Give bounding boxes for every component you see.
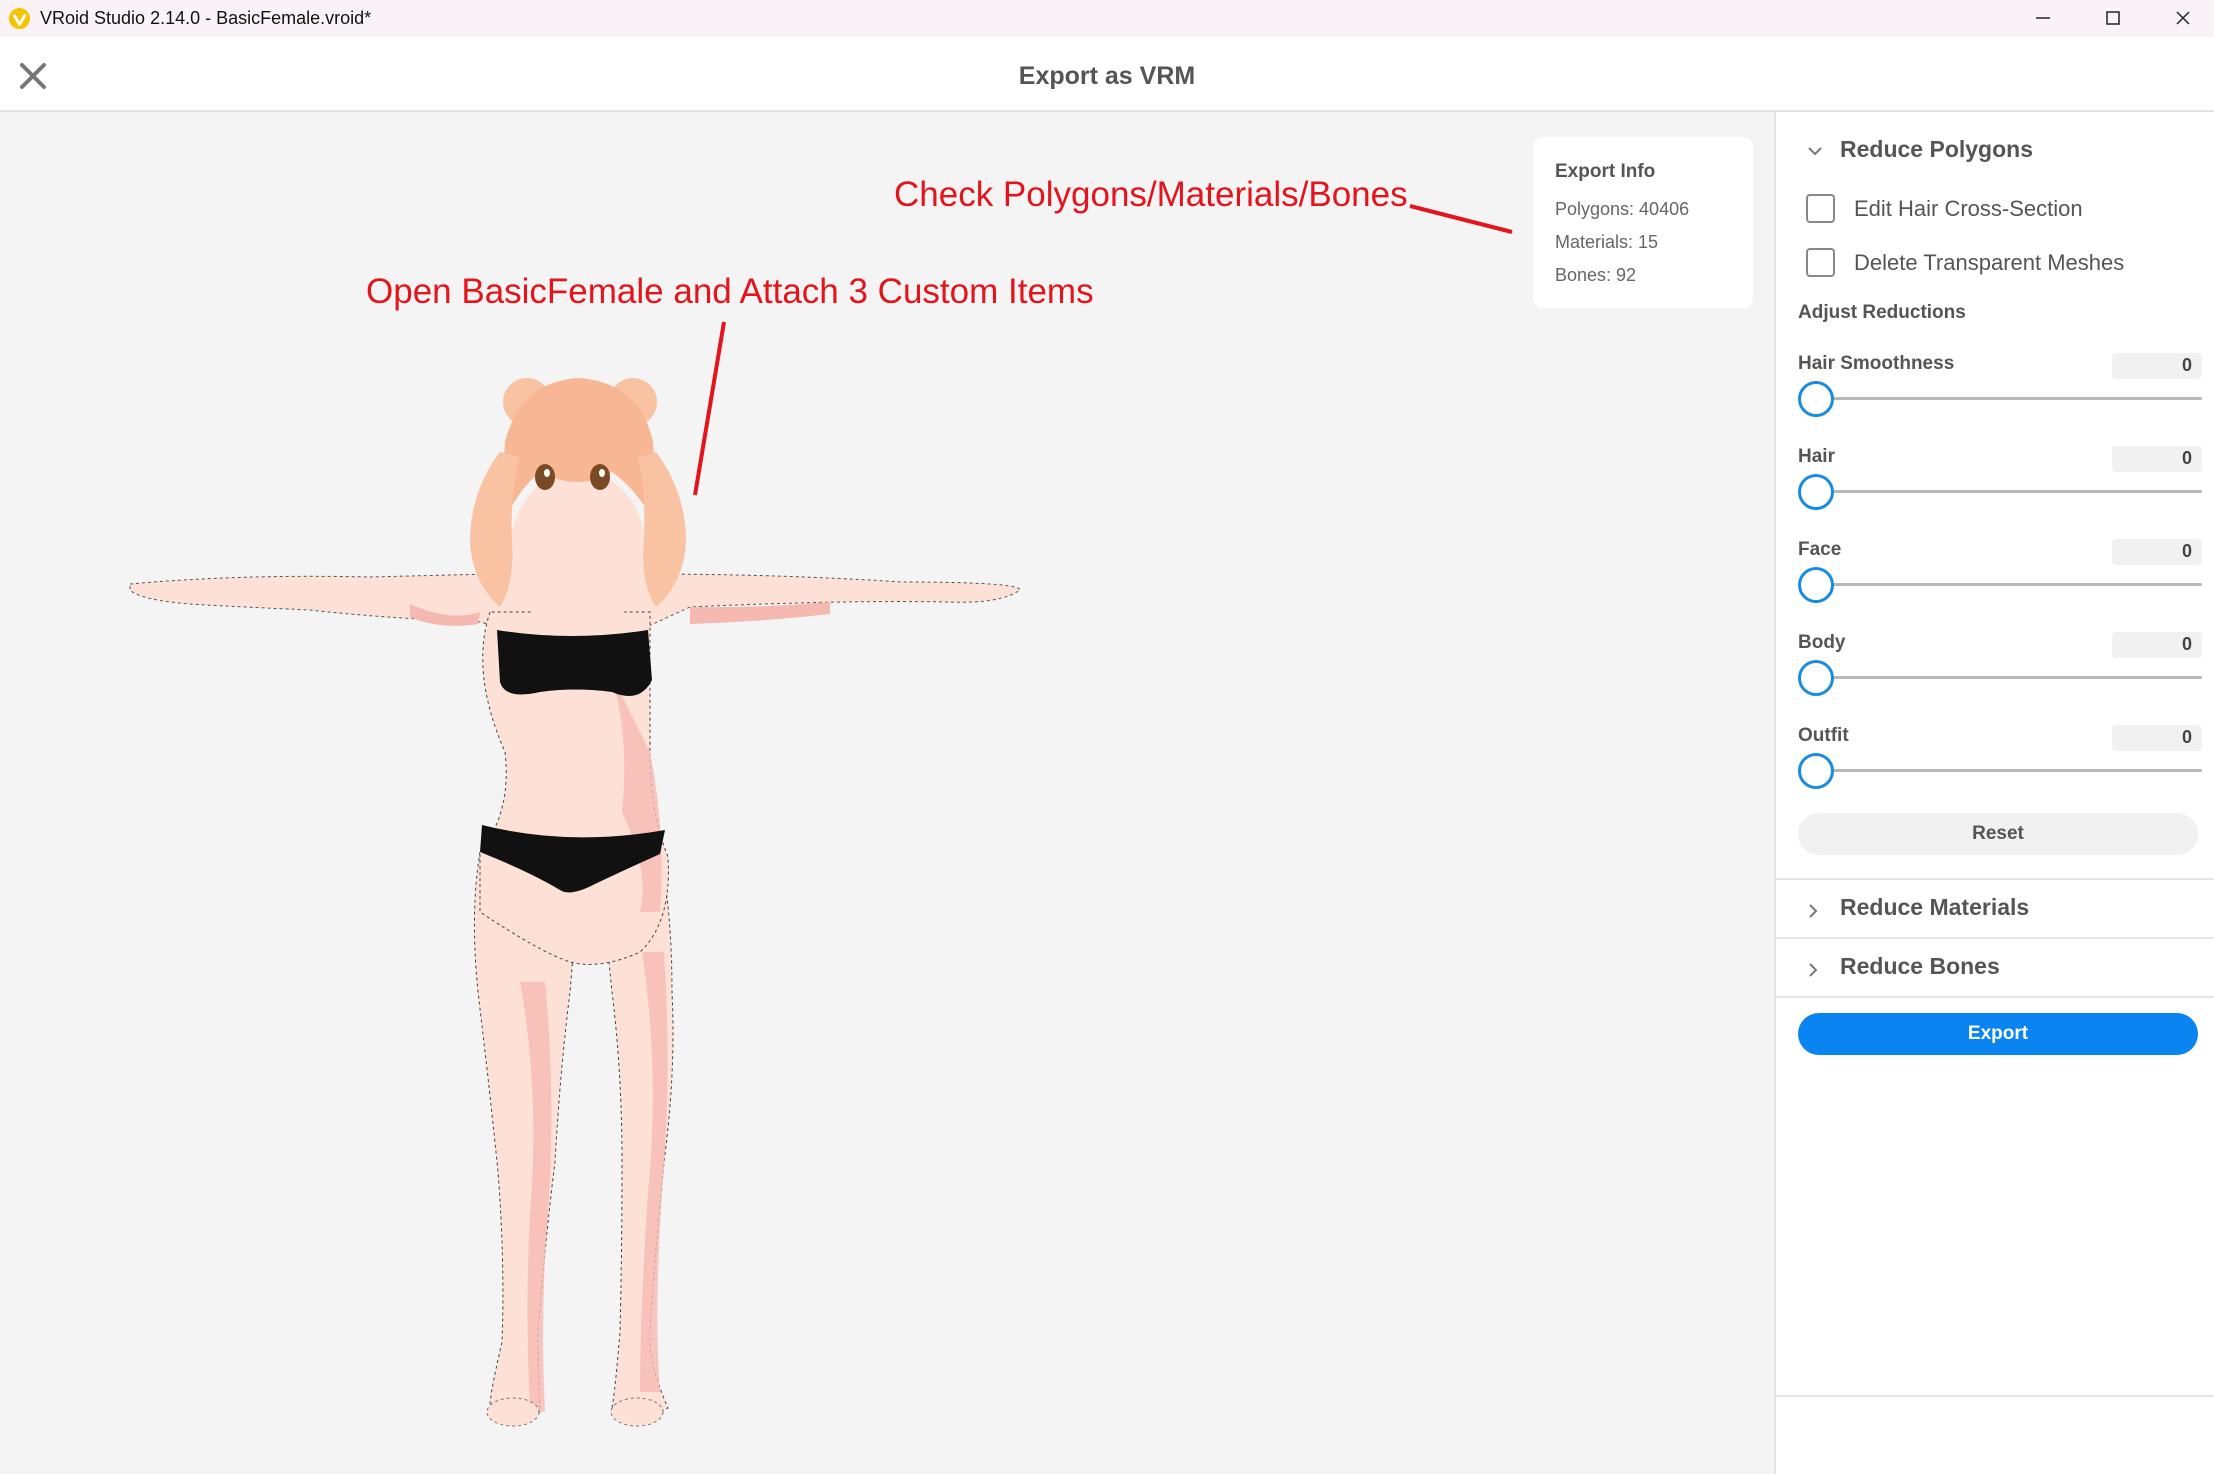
slider-track[interactable] <box>1813 676 2202 679</box>
adjust-reductions-label: Adjust Reductions <box>1798 302 1966 323</box>
annotation-open-model: Open BasicFemale and Attach 3 Custom Ite… <box>366 272 1094 311</box>
divider <box>1776 996 2214 998</box>
minimize-icon <box>2036 17 2050 19</box>
chevron-right-icon <box>1809 904 1818 918</box>
maximize-icon <box>2106 11 2120 25</box>
annotation-check-info: Check Polygons/Materials/Bones <box>894 175 1408 214</box>
slider-label: Face <box>1798 539 1842 560</box>
slider-thumb[interactable] <box>1798 567 1834 603</box>
chevron-down-icon <box>1808 147 1822 156</box>
slider-thumb[interactable] <box>1798 474 1834 510</box>
section-label: Reduce Bones <box>1840 953 2000 979</box>
slider-label: Hair Smoothness <box>1798 353 1955 374</box>
slider-value[interactable]: 0 <box>2112 539 2202 565</box>
export-button[interactable]: Export <box>1798 1013 2198 1055</box>
slider-value[interactable]: 0 <box>2112 725 2202 751</box>
slider-track[interactable] <box>1813 583 2202 586</box>
slider-track[interactable] <box>1813 769 2202 772</box>
minimize-button[interactable] <box>2008 0 2078 37</box>
outfit-slider[interactable]: Outfit 0 <box>1798 725 2202 805</box>
slider-value[interactable]: 0 <box>2112 446 2202 472</box>
bones-count: Bones: 92 <box>1555 265 1637 285</box>
export-info-title: Export Info <box>1555 161 1656 182</box>
reset-button[interactable]: Reset <box>1798 813 2198 855</box>
slider-track[interactable] <box>1813 490 2202 493</box>
slider-thumb[interactable] <box>1798 381 1834 417</box>
page-title: Export as VRM <box>1018 62 1196 90</box>
checkbox[interactable] <box>1806 194 1835 223</box>
model-viewport[interactable]: Open BasicFemale and Attach 3 Custom Ite… <box>0 112 1774 1474</box>
slider-label: Body <box>1798 632 1846 653</box>
slider-value[interactable]: 0 <box>2112 353 2202 379</box>
divider <box>1776 1395 2214 1397</box>
checkbox[interactable] <box>1806 248 1835 277</box>
app-header: Export as VRM <box>0 37 2214 112</box>
chevron-right-icon <box>1809 963 1818 977</box>
close-icon <box>2176 11 2190 25</box>
hair-slider[interactable]: Hair 0 <box>1798 446 2202 526</box>
window-close-button[interactable] <box>2148 0 2214 37</box>
body-slider[interactable]: Body 0 <box>1798 632 2202 712</box>
polygons-count: Polygons: 40406 <box>1555 199 1690 219</box>
avatar-model <box>129 204 1513 1427</box>
export-settings-panel: Reduce Polygons Edit Hair Cross-Section … <box>1774 112 2214 1474</box>
window-titlebar: VRoid Studio 2.14.0 - BasicFemale.vroid* <box>0 0 2214 37</box>
materials-count: Materials: 15 <box>1555 232 1659 252</box>
window-title: VRoid Studio 2.14.0 - BasicFemale.vroid* <box>40 8 372 28</box>
checkbox-label: Delete Transparent Meshes <box>1854 250 2125 275</box>
slider-value[interactable]: 0 <box>2112 632 2202 658</box>
section-reduce-materials[interactable]: Reduce Materials <box>1776 880 2214 938</box>
checkbox-label: Edit Hair Cross-Section <box>1854 196 2083 221</box>
section-reduce-polygons[interactable]: Reduce Polygons <box>1776 122 2214 180</box>
export-info-card: Export Info Polygons: 40406 Materials: 1… <box>1533 137 1753 308</box>
slider-thumb[interactable] <box>1798 753 1834 789</box>
section-label: Reduce Materials <box>1840 894 2030 920</box>
slider-label: Outfit <box>1798 725 1849 746</box>
slider-thumb[interactable] <box>1798 660 1834 696</box>
vroid-logo-icon <box>8 7 31 30</box>
section-label: Reduce Polygons <box>1840 136 2033 162</box>
maximize-button[interactable] <box>2078 0 2148 37</box>
section-reduce-bones[interactable]: Reduce Bones <box>1776 939 2214 997</box>
slider-track[interactable] <box>1813 397 2202 400</box>
hair-smoothness-slider[interactable]: Hair Smoothness 0 <box>1798 353 2202 433</box>
face-slider[interactable]: Face 0 <box>1798 539 2202 619</box>
slider-label: Hair <box>1798 446 1835 467</box>
